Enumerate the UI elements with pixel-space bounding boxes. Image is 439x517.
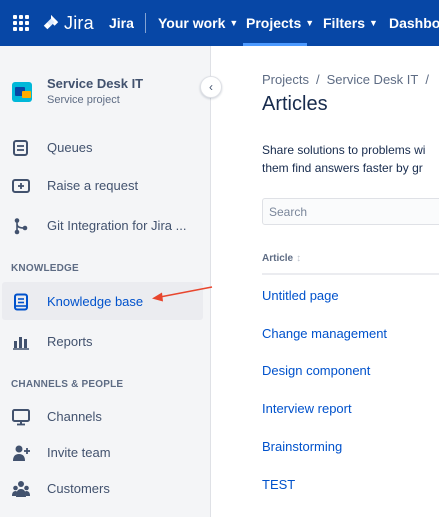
page-title: Articles [262,93,328,115]
article-link[interactable]: Interview report [262,401,352,416]
sidebar-item-invite-team[interactable]: Invite team [2,433,203,471]
breadcrumb-separator: / [425,72,429,87]
breadcrumb-projects[interactable]: Projects [262,72,309,87]
app-switcher-icon[interactable] [13,15,29,31]
sidebar: Service Desk IT Service project Queues R… [0,46,211,517]
raise-request-icon [12,179,30,193]
sidebar-item-label: Invite team [47,444,111,460]
chevron-left-icon: ‹ [209,80,213,94]
jira-logo-text: Jira [64,12,94,33]
search-field[interactable] [262,198,439,225]
sidebar-item-queues[interactable]: Queues [2,128,203,166]
breadcrumb-service-desk[interactable]: Service Desk IT [327,72,419,87]
sidebar-item-label: Reports [47,333,93,349]
chevron-down-icon: ▼ [305,18,315,28]
invite-team-icon [13,445,30,461]
sidebar-item-label: Customers [47,480,110,496]
sidebar-item-git-integration[interactable]: Git Integration for Jira ... [2,206,203,244]
breadcrumb-separator: / [315,72,320,87]
nav-dashboards[interactable]: Dashboa [389,14,439,32]
queues-icon [13,140,28,156]
article-column-header[interactable]: Article ↕ [262,253,301,264]
description-line: them find answers faster by gr [262,161,423,175]
article-link[interactable]: Design component [262,363,370,378]
chevron-down-icon: ▼ [229,18,239,28]
nav-jira[interactable]: Jira [109,14,134,32]
channels-section-heading: CHANNELS & PEOPLE [11,379,124,390]
sidebar-item-raise-request[interactable]: Raise a request [2,166,203,204]
search-input[interactable] [263,199,439,224]
sidebar-item-knowledge-base[interactable]: Knowledge base [2,282,203,320]
top-navigation: Jira Jira Your work ▼ Projects ▼ Filters ▼ … [0,0,439,46]
sidebar-item-channels[interactable]: Channels [2,397,203,435]
knowledge-section-heading: KNOWLEDGE [11,263,79,274]
git-integration-icon [14,218,28,235]
sidebar-item-label: Knowledge base [47,293,144,309]
sidebar-item-label: Channels [47,408,102,424]
article-link[interactable]: Untitled page [262,288,339,303]
active-nav-indicator [243,43,307,46]
nav-divider [145,13,146,33]
knowledge-base-icon [14,293,28,311]
jira-logo-icon [43,14,59,30]
page-description: Share solutions to problems wi them find… [262,141,439,177]
project-avatar [12,82,32,102]
nav-your-work[interactable]: Your work ▼ [158,14,238,32]
sidebar-item-label: Queues [47,139,93,155]
sort-icon[interactable]: ↕ [296,253,301,264]
nav-filters[interactable]: Filters ▼ [323,14,378,32]
article-link[interactable]: TEST [262,477,295,492]
table-header-divider [262,273,439,275]
project-name[interactable]: Service Desk IT [47,76,143,91]
collapse-sidebar-button[interactable]: ‹ [200,76,222,98]
customers-icon [12,481,30,497]
reports-icon [13,337,29,350]
jira-logo[interactable]: Jira [42,12,94,34]
sidebar-item-label: Git Integration for Jira ... [47,217,187,233]
sidebar-item-customers[interactable]: Customers [2,469,203,507]
nav-projects[interactable]: Projects ▼ [246,14,314,32]
chevron-down-icon: ▼ [369,18,378,28]
description-line: Share solutions to problems wi [262,143,426,157]
sidebar-item-reports[interactable]: Reports [2,322,203,360]
article-link[interactable]: Brainstorming [262,439,342,454]
channels-icon [12,409,30,426]
article-link[interactable]: Change management [262,326,387,341]
sidebar-item-label: Raise a request [47,177,139,193]
breadcrumb: Projects / Service Desk IT / [262,72,436,87]
project-type: Service project [47,94,120,106]
